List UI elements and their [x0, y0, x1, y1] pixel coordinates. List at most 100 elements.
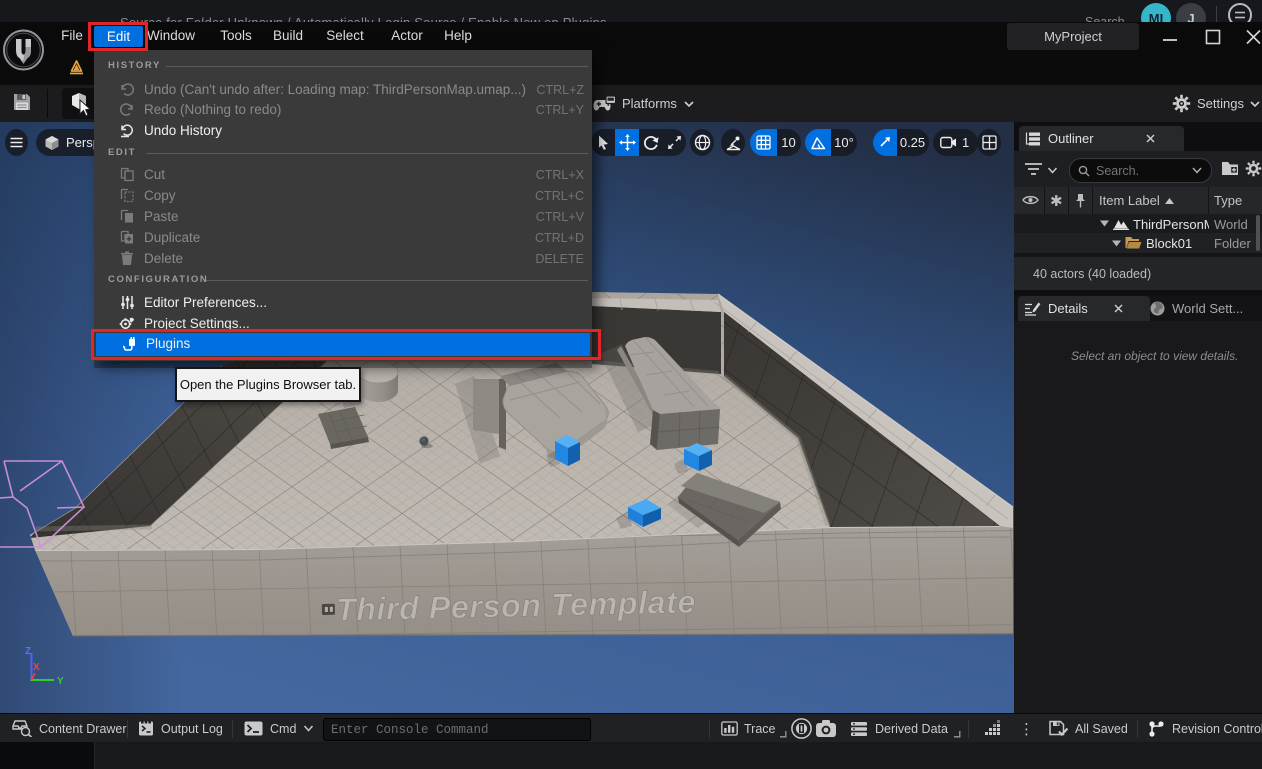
globe-icon: [694, 134, 711, 151]
close-icon: [1114, 304, 1123, 313]
details-pencil-icon: [1024, 301, 1041, 316]
tooltip-text: Open the Plugins Browser tab.: [180, 377, 356, 392]
rotation-snap-value[interactable]: 10°: [831, 129, 857, 156]
grid-snap-control[interactable]: 10: [750, 129, 801, 156]
world-transform-button[interactable]: [690, 129, 714, 156]
move-tool-button[interactable]: [615, 129, 639, 156]
menu-item-duplicate[interactable]: Duplicate CTRL+D: [94, 227, 592, 248]
menu-select[interactable]: Select: [326, 22, 364, 50]
tab-outliner[interactable]: Outliner: [1019, 126, 1184, 151]
section-history: HISTORY: [108, 60, 161, 71]
trace-button[interactable]: Trace: [721, 714, 787, 743]
grid-snap-toggle[interactable]: [750, 129, 777, 156]
menu-item-label: Delete: [144, 251, 183, 266]
quad-view-button[interactable]: [977, 129, 1001, 156]
menu-item-editor-preferences[interactable]: Editor Preferences...: [94, 292, 592, 313]
minimize-button[interactable]: [1156, 22, 1184, 50]
row-type: World: [1214, 217, 1248, 232]
chevron-down-icon: [303, 725, 314, 732]
edit-dropdown-menu: HISTORY Undo (Can't undo after: Loading …: [94, 50, 592, 361]
world-settings-tab-title: World Sett...: [1172, 301, 1243, 316]
scale-snap-toggle[interactable]: [873, 129, 897, 156]
camera-speed-control[interactable]: 1: [933, 129, 978, 156]
search-icon: [1078, 165, 1090, 177]
console-placeholder: Enter Console Command: [331, 723, 489, 737]
outliner-row-folder[interactable]: Block01 Folder: [1014, 233, 1262, 253]
derived-data-button[interactable]: Derived Data: [850, 714, 961, 743]
cmd-label: Cmd: [270, 722, 296, 736]
move-icon: [619, 134, 636, 151]
expander-icon: [1100, 220, 1109, 227]
menu-item-shortcut: CTRL+Z: [536, 83, 584, 97]
avatar[interactable]: MI: [1141, 3, 1171, 22]
outliner-tree-icon: [1025, 132, 1041, 146]
menu-circle-icon[interactable]: [1228, 3, 1252, 22]
outliner-settings-button[interactable]: [1245, 160, 1262, 177]
divider: [206, 280, 588, 281]
chevron-down-icon: [1192, 167, 1202, 174]
menu-item-redo[interactable]: Redo (Nothing to redo) CTRL+Y: [94, 99, 592, 120]
scale-snap-value[interactable]: 0.25: [897, 129, 929, 156]
content-drawer-button[interactable]: Content Drawer: [12, 714, 127, 743]
surface-snap-icon: [725, 135, 742, 151]
right-panel: Outliner Search.: [1014, 122, 1262, 713]
star-column-icon[interactable]: ✱: [1050, 192, 1063, 210]
insights-record-button[interactable]: [790, 714, 813, 743]
scale-snap-control[interactable]: 0.25: [873, 129, 929, 156]
menu-help[interactable]: Help: [443, 22, 473, 50]
output-log-button[interactable]: Output Log: [138, 714, 223, 743]
menu-item-undo-history[interactable]: Undo History: [94, 120, 592, 141]
filter-icon: [1024, 161, 1043, 177]
menu-file[interactable]: File: [58, 22, 86, 50]
content-drawer-icon: [12, 720, 32, 737]
maximize-button[interactable]: [1199, 22, 1227, 50]
column-item-label[interactable]: Item Label: [1099, 193, 1160, 208]
console-command-input[interactable]: Enter Console Command: [323, 718, 591, 741]
surface-snapping-button[interactable]: [721, 129, 745, 156]
screenshot-button[interactable]: [815, 714, 837, 743]
revision-control-button[interactable]: Revision Control: [1148, 714, 1262, 743]
platforms-label: Platforms: [622, 96, 677, 111]
rotation-snap-toggle[interactable]: [805, 129, 831, 156]
tab-world-settings[interactable]: World Sett...: [1144, 296, 1262, 321]
rotation-snap-control[interactable]: 10°: [805, 129, 857, 156]
memory-usage-button[interactable]: [985, 714, 1002, 743]
divider: [1216, 6, 1217, 22]
redo-icon: [118, 101, 136, 119]
menu-item-delete[interactable]: Delete DELETE: [94, 248, 592, 269]
menu-item-paste[interactable]: Paste CTRL+V: [94, 206, 592, 227]
column-type[interactable]: Type: [1214, 193, 1242, 208]
viewport-menu-button[interactable]: [5, 129, 28, 156]
all-saved-label: All Saved: [1075, 722, 1128, 736]
hamburger-icon: [10, 137, 23, 148]
transform-tools-group: [591, 129, 686, 156]
menu-actor[interactable]: Actor: [390, 22, 424, 50]
menu-item-cut[interactable]: Cut CTRL+X: [94, 164, 592, 185]
select-tool-button[interactable]: [591, 129, 615, 156]
all-saved-button[interactable]: All Saved: [1049, 714, 1128, 743]
corner-mark-icon: [953, 730, 961, 738]
more-options-button[interactable]: ⋮: [1019, 714, 1034, 743]
settings-button[interactable]: Settings: [1172, 89, 1261, 118]
cmd-selector[interactable]: Cmd: [244, 714, 314, 743]
outliner-scrollbar[interactable]: [1256, 215, 1260, 251]
tab-details[interactable]: Details: [1018, 296, 1150, 321]
rotate-tool-button[interactable]: [639, 129, 663, 156]
menu-item-copy[interactable]: Copy CTRL+C: [94, 185, 592, 206]
menu-build[interactable]: Build: [272, 22, 304, 50]
menu-tools[interactable]: Tools: [219, 22, 253, 50]
menu-window[interactable]: Window: [147, 22, 195, 50]
close-button[interactable]: [1239, 22, 1262, 50]
menu-item-undo[interactable]: Undo (Can't undo after: Loading map: Thi…: [94, 79, 592, 100]
outliner-row-world[interactable]: ThirdPersonM World: [1014, 214, 1262, 233]
outliner-search-input[interactable]: Search.: [1069, 158, 1212, 183]
unreal-engine-logo[interactable]: [2, 27, 45, 73]
add-folder-button[interactable]: [1221, 160, 1239, 176]
platforms-button[interactable]: Platforms: [593, 89, 695, 118]
save-icon[interactable]: [12, 91, 32, 113]
grid-snap-value[interactable]: 10: [777, 129, 801, 156]
background-search-label: Search: [1085, 15, 1125, 22]
filter-button[interactable]: [1024, 161, 1043, 177]
avatar[interactable]: J: [1176, 3, 1206, 22]
actor-count: 40 actors (40 loaded): [1033, 267, 1151, 281]
